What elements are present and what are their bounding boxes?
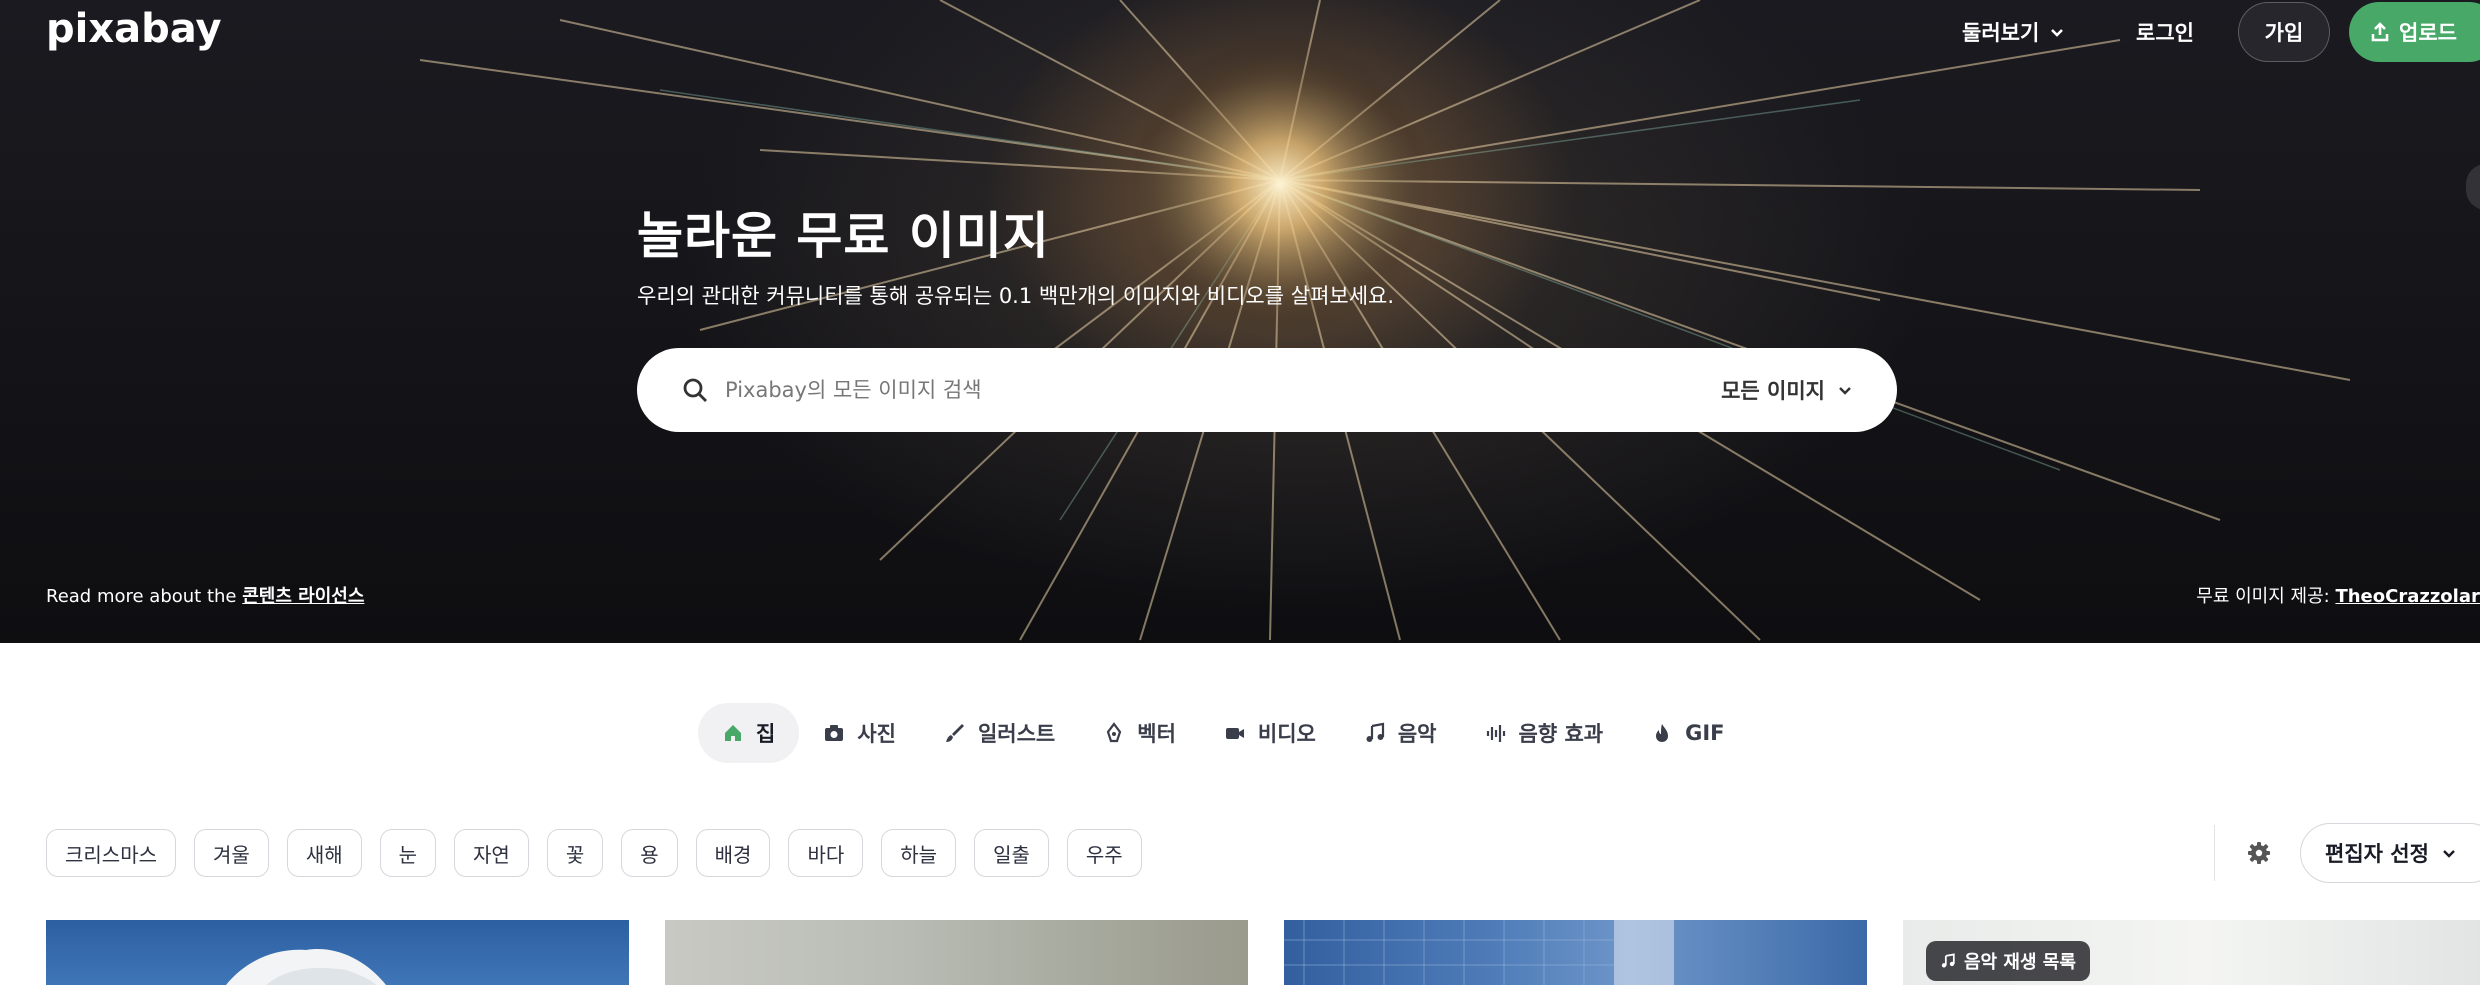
tab-home[interactable]: 집 — [698, 703, 800, 763]
tab-illustrations[interactable]: 일러스트 — [920, 703, 1079, 763]
login-link[interactable]: 로그인 — [2136, 14, 2194, 50]
tag-chip[interactable]: 일출 — [974, 829, 1049, 877]
tab-photos[interactable]: 사진 — [799, 703, 920, 763]
flame-icon — [1656, 724, 1669, 742]
credit-user-link[interactable]: TheoCrazzolara — [2335, 586, 2480, 607]
tab-label: GIF — [1685, 721, 1725, 745]
playlist-badge-label: 음악 재생 목록 — [1964, 952, 2076, 973]
tab-sound-effects[interactable]: 음향 효과 — [1461, 703, 1628, 763]
tab-label: 비디오 — [1257, 722, 1316, 746]
video-icon — [1225, 728, 1244, 739]
tag-chip[interactable]: 자연 — [454, 829, 529, 877]
chevron-down-icon — [2443, 850, 2455, 858]
explore-label: 둘러보기 — [1962, 21, 2040, 45]
tag-chip[interactable]: 새해 — [286, 829, 362, 877]
tag-chip[interactable]: 우주 — [1066, 829, 1142, 877]
license-prefix: Read more about the — [46, 586, 243, 607]
hero-title: 놀라운 무료 이미지 — [637, 207, 1050, 265]
tag-chip[interactable]: 눈 — [379, 829, 437, 877]
related-tags: 크리스마스 겨울 새해 눈 자연 꽃 용 배경 바다 하늘 일출 우주 — [46, 829, 1142, 877]
sort-label: 편집자 선정 — [2325, 842, 2429, 866]
tab-videos[interactable]: 비디오 — [1200, 703, 1340, 763]
music-playlist-badge: 음악 재생 목록 — [1926, 941, 2090, 981]
credit-prefix: 무료 이미지 제공: — [2196, 586, 2336, 607]
content-license-link[interactable]: 콘텐츠 라이선스 — [242, 586, 364, 607]
search-input[interactable] — [725, 368, 1505, 412]
license-note: Read more about the 콘텐츠 라이선스 — [46, 582, 364, 608]
building-thumbnail-art — [1284, 920, 1674, 985]
image-thumbnail[interactable] — [46, 920, 629, 985]
image-thumbnail[interactable] — [1284, 920, 1867, 985]
pixabay-logo[interactable]: pixabay — [46, 4, 236, 56]
tab-music[interactable]: 음악 — [1340, 703, 1461, 763]
category-tabs: 집 사진 일러스트 벡터 비디오 음악 음향 효과 GIF — [698, 703, 1749, 763]
sort-dropdown[interactable]: 편집자 선정 — [2300, 823, 2480, 883]
search-icon[interactable] — [681, 376, 709, 404]
tag-chip[interactable]: 용 — [621, 829, 678, 877]
mountain-thumbnail-art — [226, 949, 386, 985]
search-bar: 모든 이미지 — [637, 348, 1897, 432]
tag-chip[interactable]: 하늘 — [881, 829, 957, 877]
tag-chip[interactable]: 꽃 — [546, 829, 604, 877]
upload-button[interactable]: 업로드 — [2349, 2, 2480, 62]
gear-icon[interactable] — [2244, 838, 2274, 868]
toolbar-divider — [2214, 825, 2215, 881]
music-note-icon — [1941, 953, 1955, 968]
join-button[interactable]: 가입 — [2238, 2, 2330, 62]
chevron-down-icon — [1839, 387, 1851, 395]
tab-label: 사진 — [857, 722, 896, 746]
logo-text: pixabay — [46, 6, 222, 52]
tab-label: 집 — [756, 722, 776, 746]
tab-vectors[interactable]: 벡터 — [1079, 703, 1200, 763]
search-scope-dropdown[interactable]: 모든 이미지 — [1721, 374, 1853, 406]
tag-chip[interactable]: 배경 — [695, 829, 771, 877]
camera-icon — [825, 725, 844, 741]
image-thumbnail[interactable] — [665, 920, 1248, 985]
home-icon — [725, 725, 741, 741]
music-note-icon — [1366, 722, 1384, 742]
chevron-down-icon — [2051, 29, 2064, 37]
tab-gif[interactable]: GIF — [1627, 703, 1748, 763]
sound-wave-icon — [1486, 725, 1505, 742]
pen-nib-icon — [1107, 722, 1122, 743]
hero-subtitle: 우리의 관대한 커뮤니티를 통해 공유되는 0.1 백만개의 이미지와 비디오를… — [637, 284, 1395, 308]
upload-icon — [2371, 22, 2389, 42]
hero-banner: pixabay 둘러보기 로그인 가입 업로드 놀라운 무료 이미지 우리의 관… — [0, 0, 2480, 643]
tag-chip[interactable]: 크리스마스 — [46, 829, 176, 877]
tab-label: 벡터 — [1137, 722, 1176, 746]
search-scope-label: 모든 이미지 — [1721, 379, 1825, 403]
tag-chip[interactable]: 바다 — [788, 829, 864, 877]
tag-chip[interactable]: 겨울 — [194, 829, 269, 877]
sparkler-background-image — [419, 0, 2351, 641]
explore-menu[interactable]: 둘러보기 — [1962, 14, 2065, 50]
tab-label: 음향 효과 — [1518, 722, 1604, 746]
tab-label: 일러스트 — [977, 722, 1056, 746]
upload-label: 업로드 — [2399, 21, 2457, 45]
tab-label: 음악 — [1397, 722, 1437, 746]
image-credit: 무료 이미지 제공: TheoCrazzolara — [2196, 582, 2480, 608]
brush-icon — [945, 724, 964, 742]
